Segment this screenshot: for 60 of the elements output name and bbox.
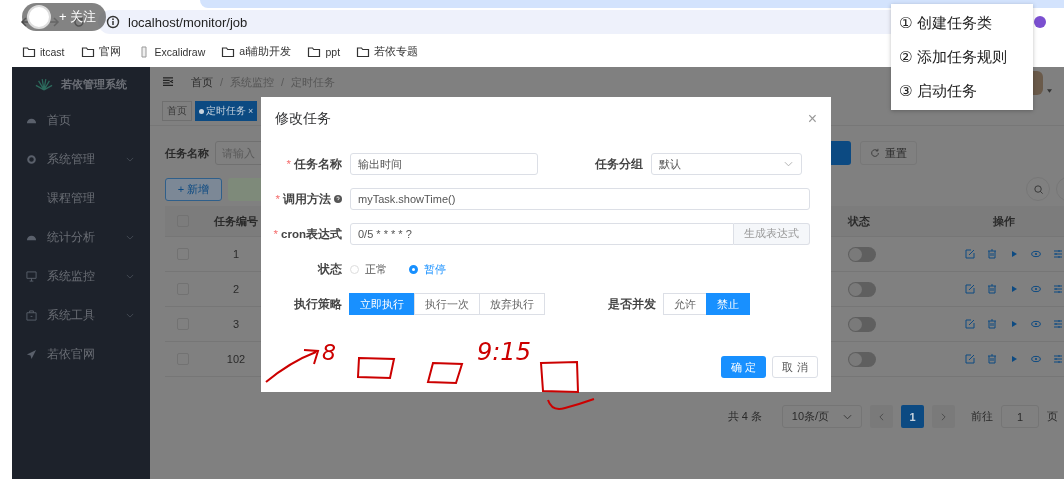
input-field[interactable]: 0/5 * * * * ? (350, 223, 734, 245)
table-cell-text: 1 (231, 248, 241, 260)
radio-option[interactable]: 正常 (350, 261, 387, 277)
menu-item[interactable]: ② 添加任务规则 (891, 47, 1033, 67)
field-label: 任务分组 (594, 156, 644, 172)
menu-item[interactable]: 若依官网 (12, 335, 150, 374)
field-label: * cron表达式 (272, 226, 343, 242)
option-button[interactable]: 禁止 (706, 293, 750, 315)
bookmark-label[interactable]: 官网 (98, 44, 121, 59)
submenu-item[interactable]: 课程管理 (12, 179, 150, 218)
table-cell-text: 102 (225, 353, 247, 365)
field-label: * 任务名称 (285, 156, 343, 172)
handwritten-note: 8 (322, 342, 336, 364)
option-button[interactable]: 允许 (663, 293, 707, 315)
menu-item[interactable]: 首页 (12, 101, 150, 140)
menu-item[interactable]: 统计分析 (12, 218, 150, 257)
goto-label: 前往 (971, 409, 993, 424)
page-unit: 页 (1047, 409, 1058, 424)
menu-item[interactable]: ③ 启动任务 (891, 81, 1033, 101)
cancel-button[interactable]: 取 消 (772, 356, 818, 378)
table-cell-text: 3 (231, 318, 241, 330)
field-label: 状态 (316, 261, 343, 277)
field-label: 任务名称 (165, 145, 209, 161)
bookmark-label[interactable]: ppt (325, 45, 341, 58)
select-field[interactable]: 默认 (651, 153, 802, 175)
url-text: localhost/monitor/job (128, 14, 248, 30)
field-label: * 调用方法 (261, 191, 350, 207)
breadcrumb-item[interactable]: 首页 (191, 74, 213, 90)
input-field[interactable]: 输出时间 (350, 153, 538, 175)
confirm-button[interactable]: 确 定 (721, 356, 766, 378)
tab[interactable]: 定时任务 × (195, 101, 258, 121)
page-input[interactable]: 1 (1001, 405, 1039, 428)
column-header: 状态 (848, 214, 870, 227)
page-size-select[interactable]: 10条/页 (782, 405, 862, 428)
table-cell-text: 2 (231, 283, 241, 295)
column-header: 操作 (993, 213, 1015, 229)
dialog-title: 修改任务 (275, 110, 331, 128)
bookmark-label[interactable]: ai辅助开发 (239, 44, 292, 59)
bookmark-label[interactable]: 若依专题 (374, 44, 419, 59)
menu-item[interactable]: 系统管理 (12, 140, 150, 179)
column-header: 任务编号 (213, 213, 259, 229)
menu-item[interactable]: 系统工具 (12, 296, 150, 335)
breadcrumb-separator: / (281, 76, 285, 88)
input-field[interactable]: myTask.showTime() (350, 188, 810, 210)
total-count: 共 4 条 (727, 409, 762, 424)
field-label: 执行策略 (293, 296, 343, 312)
breadcrumb-separator: / (220, 76, 224, 88)
reset-button[interactable]: 重置 (860, 141, 917, 165)
menu-item[interactable]: 系统监控 (12, 257, 150, 296)
option-button[interactable]: 执行一次 (414, 293, 480, 315)
handwritten-note: 9:15 (477, 340, 531, 364)
page-button[interactable]: 1 (901, 405, 924, 428)
option-button[interactable]: 立即执行 (349, 293, 415, 315)
field-label: 是否并发 (607, 296, 657, 312)
option-button[interactable]: 放弃执行 (479, 293, 545, 315)
bookmark-label[interactable]: Excalidraw (154, 45, 206, 58)
bookmark-label[interactable]: itcast (40, 45, 65, 58)
follow-overlay[interactable]: + 关注 (22, 3, 107, 31)
app-title: 若依管理系统 (61, 76, 127, 92)
radio-option[interactable]: 暂停 (409, 261, 446, 277)
